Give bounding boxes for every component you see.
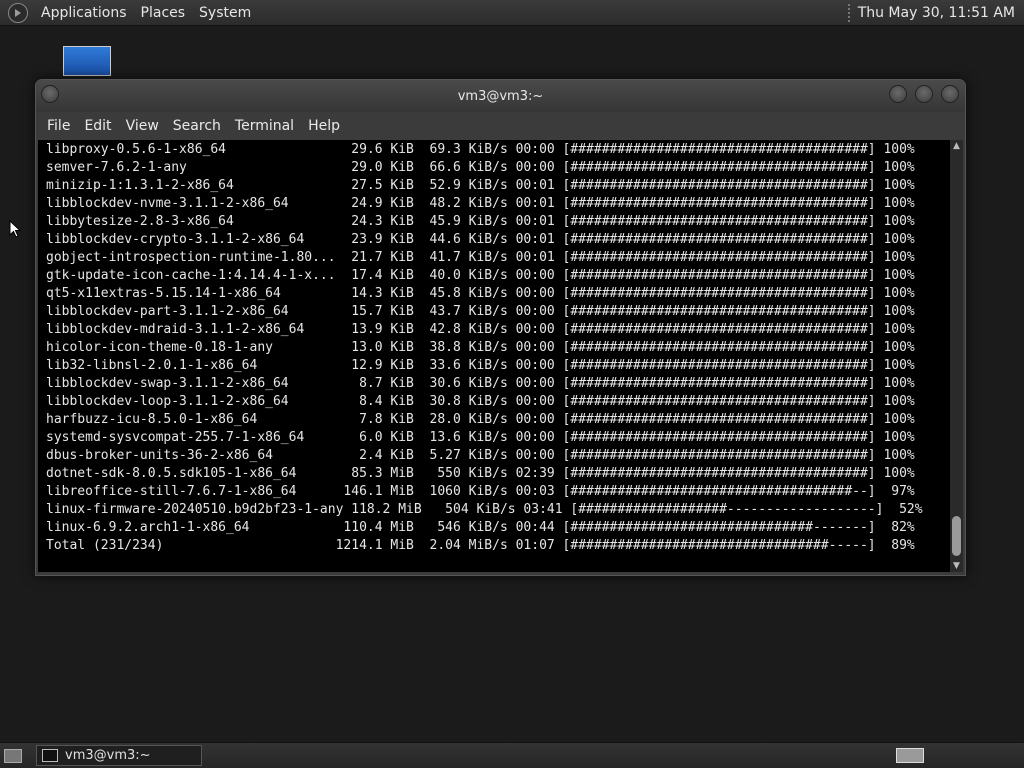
- bottom-panel: vm3@vm3:~: [0, 742, 1024, 768]
- terminal-line: gobject-introspection-runtime-1.80... 21…: [46, 250, 915, 265]
- terminal-line: libproxy-0.5.6-1-x86_64 29.6 KiB 69.3 Ki…: [46, 142, 915, 157]
- terminal-line: hicolor-icon-theme-0.18-1-any 13.0 KiB 3…: [46, 340, 915, 355]
- terminal-lines: libproxy-0.5.6-1-x86_64 29.6 KiB 69.3 Ki…: [38, 140, 950, 555]
- terminal-line: libblockdev-swap-3.1.1-2-x86_64 8.7 KiB …: [46, 376, 915, 391]
- maximize-button[interactable]: [915, 85, 933, 103]
- clock-area: Thu May 30, 11:51 AM: [847, 0, 1024, 25]
- system-menu[interactable]: System: [192, 5, 258, 21]
- menu-file[interactable]: File: [40, 118, 77, 134]
- terminal-line: libblockdev-crypto-3.1.1-2-x86_64 23.9 K…: [46, 232, 915, 247]
- terminal-line: systemd-sysvcompat-255.7-1-x86_64 6.0 Ki…: [46, 430, 915, 445]
- distro-logo-icon[interactable]: [8, 2, 28, 23]
- minimize-button[interactable]: [889, 85, 907, 103]
- menu-search[interactable]: Search: [166, 118, 228, 134]
- menu-terminal[interactable]: Terminal: [228, 118, 301, 134]
- window-menu-button[interactable]: [41, 85, 59, 103]
- mouse-cursor-icon: [9, 220, 21, 238]
- computer-desktop-icon[interactable]: [63, 46, 111, 78]
- terminal-line: libreoffice-still-7.6.7-1-x86_64 146.1 M…: [46, 484, 915, 499]
- clock[interactable]: Thu May 30, 11:51 AM: [858, 5, 1024, 21]
- terminal-icon: [42, 749, 58, 762]
- menu-help[interactable]: Help: [301, 118, 347, 134]
- scrollbar-thumb[interactable]: [952, 516, 961, 556]
- show-desktop-icon[interactable]: [4, 748, 22, 763]
- terminal-line: dbus-broker-units-36-2-x86_64 2.4 KiB 5.…: [46, 448, 915, 463]
- scroll-up-icon[interactable]: ▲: [950, 140, 963, 152]
- terminal-line: libblockdev-mdraid-3.1.1-2-x86_64 13.9 K…: [46, 322, 915, 337]
- window-titlebar[interactable]: vm3@vm3:~: [36, 80, 965, 112]
- terminal-line: linux-firmware-20240510.b9d2bf23-1-any 1…: [46, 502, 923, 517]
- terminal-line: gtk-update-icon-cache-1:4.14.4-1-x... 17…: [46, 268, 915, 283]
- terminal-menubar: File Edit View Search Terminal Help: [36, 112, 965, 140]
- terminal-line: libblockdev-part-3.1.1-2-x86_64 15.7 KiB…: [46, 304, 915, 319]
- applications-menu[interactable]: Applications: [34, 5, 134, 21]
- top-panel: Applications Places System Thu May 30, 1…: [0, 0, 1024, 26]
- menu-view[interactable]: View: [119, 118, 166, 134]
- terminal-line: qt5-x11extras-5.15.14-1-x86_64 14.3 KiB …: [46, 286, 915, 301]
- taskbar-task-label: vm3@vm3:~: [65, 748, 151, 763]
- taskbar-terminal-button[interactable]: vm3@vm3:~: [36, 745, 202, 766]
- panel-handle[interactable]: [847, 3, 850, 22]
- terminal-line: Total (231/234) 1214.1 MiB 2.04 MiB/s 01…: [46, 538, 915, 553]
- menu-edit[interactable]: Edit: [77, 118, 118, 134]
- scroll-down-icon[interactable]: ▼: [950, 560, 963, 572]
- monitor-icon: [63, 46, 111, 76]
- terminal-line: lib32-libnsl-2.0.1-1-x86_64 12.9 KiB 33.…: [46, 358, 915, 373]
- terminal-window: vm3@vm3:~ File Edit View Search Terminal…: [35, 79, 966, 576]
- terminal-output[interactable]: libproxy-0.5.6-1-x86_64 29.6 KiB 69.3 Ki…: [38, 140, 950, 572]
- close-button[interactable]: [941, 85, 959, 103]
- terminal-line: dotnet-sdk-8.0.5.sdk105-1-x86_64 85.3 Mi…: [46, 466, 915, 481]
- terminal-line: minizip-1:1.3.1-2-x86_64 27.5 KiB 52.9 K…: [46, 178, 915, 193]
- terminal-line: linux-6.9.2.arch1-1-x86_64 110.4 MiB 546…: [46, 520, 915, 535]
- workspace-switcher[interactable]: [896, 748, 924, 763]
- terminal-scrollbar[interactable]: ▲ ▼: [950, 140, 963, 572]
- terminal-line: libblockdev-loop-3.1.1-2-x86_64 8.4 KiB …: [46, 394, 915, 409]
- window-title: vm3@vm3:~: [457, 88, 544, 104]
- terminal-line: harfbuzz-icu-8.5.0-1-x86_64 7.8 KiB 28.0…: [46, 412, 915, 427]
- terminal-line: libbytesize-2.8-3-x86_64 24.3 KiB 45.9 K…: [46, 214, 915, 229]
- places-menu[interactable]: Places: [134, 5, 193, 21]
- terminal-line: semver-7.6.2-1-any 29.0 KiB 66.6 KiB/s 0…: [46, 160, 915, 175]
- terminal-line: libblockdev-nvme-3.1.1-2-x86_64 24.9 KiB…: [46, 196, 915, 211]
